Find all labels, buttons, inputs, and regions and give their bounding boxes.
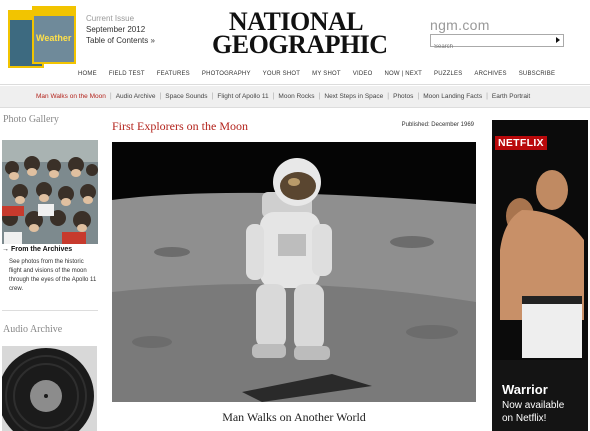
- search-input[interactable]: [431, 41, 549, 53]
- ad-tagline-1: Now available: [502, 400, 565, 411]
- section-subnav: Man Walks on the Moon | Audio Archive | …: [0, 86, 590, 108]
- main-nav: HOME FIELD TEST FEATURES PHOTOGRAPHY YOU…: [72, 68, 555, 82]
- audio-archive-record-image[interactable]: [2, 346, 97, 431]
- current-issue-label: Current Issue: [86, 14, 135, 23]
- article-title: First Explorers on the Moon: [112, 119, 248, 133]
- nav-archives[interactable]: ARCHIVES: [468, 68, 512, 82]
- national-geographic-logo[interactable]: NATIONAL GEOGRAPHIC: [212, 9, 388, 59]
- subnav-photos[interactable]: Photos: [389, 93, 417, 100]
- astronaut-on-moon-photo[interactable]: [112, 142, 476, 402]
- audio-archive-heading: Audio Archive: [3, 324, 63, 335]
- header-divider: [0, 84, 590, 85]
- issue-month: September 2012: [86, 25, 146, 34]
- logo-line-2: GEOGRAPHIC: [212, 30, 388, 59]
- nav-subscribe[interactable]: SUBSCRIBE: [513, 68, 561, 82]
- table-of-contents-link[interactable]: Table of Contents »: [86, 36, 155, 45]
- nav-features[interactable]: FEATURES: [151, 68, 196, 82]
- left-sidebar: Photo Gallery → From the Archives See ph…: [0, 110, 100, 431]
- netflix-ad-banner[interactable]: NETFLIX Warrior Now available on Netflix…: [492, 120, 588, 431]
- subnav-next-steps-in-space[interactable]: Next Steps in Space: [320, 93, 387, 100]
- nav-puzzles[interactable]: PUZZLES: [428, 68, 468, 82]
- magazine-cover-current[interactable]: Weather: [32, 6, 76, 64]
- current-issue: Current Issue September 2012 Table of Co…: [86, 14, 155, 45]
- photo-gallery-heading: Photo Gallery: [3, 114, 59, 125]
- ad-title: Warrior: [502, 382, 548, 397]
- site-header: Weather Current Issue September 2012 Tab…: [0, 0, 590, 86]
- subnav-moon-landing-facts[interactable]: Moon Landing Facts: [419, 93, 486, 100]
- photo-gallery-crowd-image[interactable]: [2, 140, 98, 244]
- nav-video[interactable]: VIDEO: [347, 68, 379, 82]
- search-submit-icon[interactable]: [556, 37, 560, 43]
- magazine-covers[interactable]: Weather: [2, 4, 84, 68]
- published-date: Published: December 1969: [401, 122, 474, 128]
- photo-caption: Man Walks on Another World: [222, 410, 366, 424]
- ad-tagline-2: on Netflix!: [502, 413, 547, 424]
- subnav-space-sounds[interactable]: Space Sounds: [161, 93, 211, 100]
- nav-your-shot[interactable]: YOUR SHOT: [257, 68, 306, 82]
- cover-headline: Weather: [36, 33, 72, 43]
- arrow-right-icon: →: [2, 246, 9, 253]
- ngm-site-link[interactable]: ngm.com: [430, 17, 490, 33]
- subnav-man-walks-on-the-moon[interactable]: Man Walks on the Moon: [32, 93, 110, 100]
- subnav-flight-of-apollo-11[interactable]: Flight of Apollo 11: [213, 93, 272, 100]
- article-area: First Explorers on the Moon Published: D…: [110, 110, 480, 431]
- from-the-archives-label: From the Archives: [10, 246, 73, 253]
- search-box: [430, 34, 564, 53]
- nav-now-next[interactable]: NOW | NEXT: [378, 68, 428, 82]
- cover-masthead: [34, 8, 74, 16]
- nav-photography[interactable]: PHOTOGRAPHY: [196, 68, 257, 82]
- nav-home[interactable]: HOME: [72, 68, 103, 82]
- subnav-audio-archive[interactable]: Audio Archive: [112, 93, 160, 100]
- netflix-logo: NETFLIX: [495, 136, 547, 150]
- from-the-archives-link[interactable]: → From the Archives: [2, 246, 72, 253]
- nav-my-shot[interactable]: MY SHOT: [306, 68, 347, 82]
- sidebar-divider: [2, 310, 98, 311]
- archives-description: See photos from the historic flight and …: [9, 259, 97, 292]
- subnav-earth-portrait[interactable]: Earth Portrait: [488, 93, 534, 100]
- subnav-moon-rocks[interactable]: Moon Rocks: [274, 93, 318, 100]
- nav-field-test[interactable]: FIELD TEST: [103, 68, 151, 82]
